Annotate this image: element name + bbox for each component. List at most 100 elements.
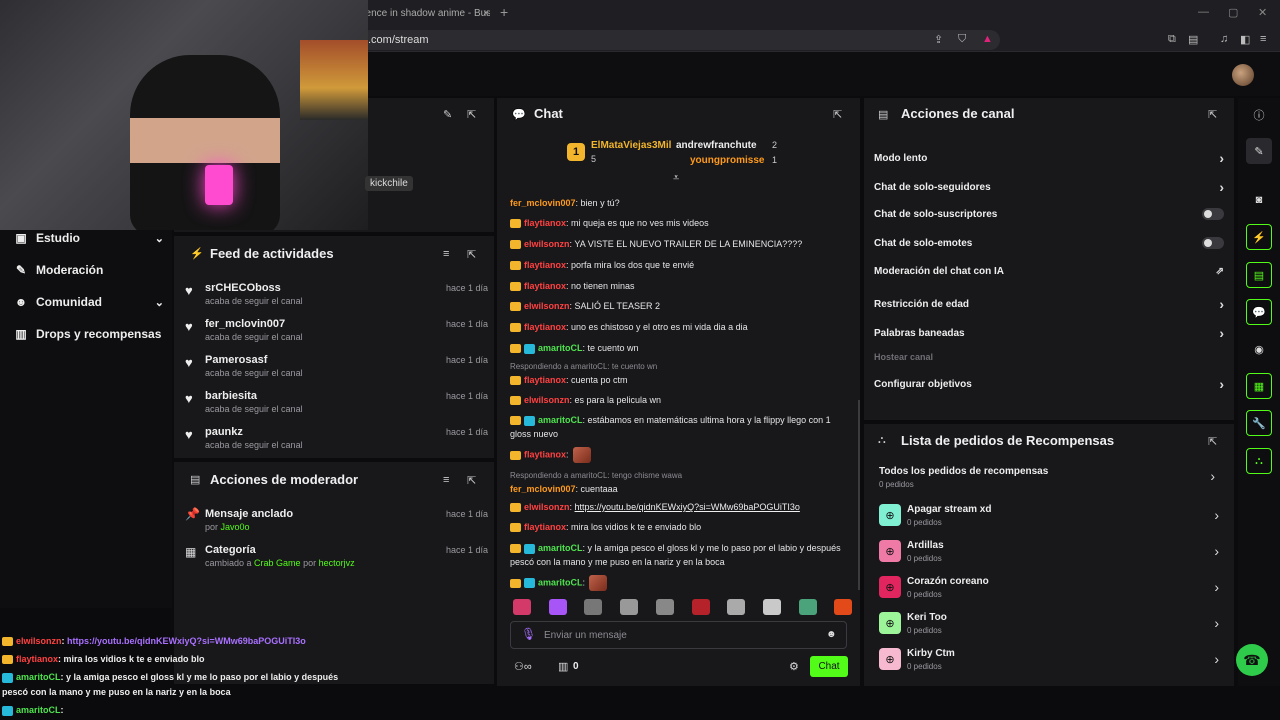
popout-icon[interactable]: ⇱ xyxy=(1208,435,1217,448)
popout-icon[interactable]: ⇱ xyxy=(467,474,476,487)
channel-action-row[interactable]: Chat de solo-suscriptores xyxy=(874,208,1224,220)
leaderboard-top-user[interactable]: ElMataViejas3Mil xyxy=(591,140,671,151)
chat-send-button[interactable]: Chat xyxy=(810,656,848,677)
close-window-icon[interactable]: ✕ xyxy=(1258,6,1267,19)
chat-username[interactable]: flaytianox xyxy=(524,522,566,532)
sidebar-item-drops[interactable]: ▥ Drops y recompensas xyxy=(14,323,164,345)
music-icon[interactable]: ♫ xyxy=(1220,33,1228,45)
feed-row-name[interactable]: fer_mclovin007 xyxy=(205,318,285,330)
channel-points-icon[interactable]: ⚇∞ xyxy=(514,660,532,673)
minimize-icon[interactable]: — xyxy=(1198,6,1209,18)
toggle-switch[interactable] xyxy=(1202,237,1224,249)
chat-username[interactable]: elwilsonzn xyxy=(524,301,570,311)
leaderboard-user[interactable]: youngpromisse xyxy=(690,155,764,166)
chat-link[interactable]: https://youtu.be/qidnKEWxiyQ?si=WMw69baP… xyxy=(575,502,800,512)
info-icon[interactable]: ⓘ xyxy=(1246,102,1272,128)
broadcast-icon[interactable]: ◉ xyxy=(1246,336,1272,362)
chat-username[interactable]: flaytianox xyxy=(524,281,566,291)
reward-row[interactable]: ⊕ Ardillas 0 pedidos › xyxy=(879,537,1219,565)
share-icon[interactable]: ⇪ xyxy=(934,33,943,46)
emote-picker-item[interactable] xyxy=(727,599,746,615)
chat-username[interactable]: flaytianox xyxy=(524,260,566,270)
chat-bubble-icon[interactable]: 💬 xyxy=(1246,299,1272,325)
feed-row-name[interactable]: srCHECOboss xyxy=(205,282,281,294)
maximize-icon[interactable]: ▢ xyxy=(1228,6,1238,19)
camera-icon[interactable]: ◙ xyxy=(1246,187,1272,213)
channel-action-row[interactable]: Modo lento › xyxy=(874,150,1224,166)
channel-action-row[interactable]: Moderación del chat con IA ⇗ xyxy=(874,266,1224,277)
emote-picker-item[interactable] xyxy=(762,599,781,615)
popout-icon[interactable]: ⇱ xyxy=(467,248,476,261)
chat-username[interactable]: flaytianox xyxy=(524,449,566,459)
reward-row[interactable]: ⊕ Keri Too 0 pedidos › xyxy=(879,609,1219,637)
sidebar-icon[interactable]: ◧ xyxy=(1240,33,1250,46)
feed-row-name[interactable]: barbiesita xyxy=(205,390,257,402)
emoji-icon[interactable]: ☻ xyxy=(826,629,837,640)
chat-username[interactable]: amaritoCL xyxy=(538,343,583,353)
reward-row[interactable]: ⊕ Kirby Ctm 0 pedidos › xyxy=(879,645,1219,673)
emote-picker-item[interactable] xyxy=(798,599,817,615)
document-icon[interactable]: ▤ xyxy=(1246,262,1272,288)
channel-action-row[interactable]: Chat de solo-seguidores › xyxy=(874,179,1224,195)
edit-icon[interactable]: ✎ xyxy=(443,108,452,121)
wrench-icon[interactable]: 🔧 xyxy=(1246,410,1272,436)
emote-picker-item[interactable] xyxy=(620,599,639,615)
bolt-icon[interactable]: ⚡ xyxy=(1246,224,1272,250)
feed-row-name[interactable]: Pamerosasf xyxy=(205,354,267,366)
chat-username[interactable]: amaritoCL xyxy=(538,543,583,553)
channel-action-row[interactable]: Palabras baneadas › xyxy=(874,325,1224,341)
chat-username[interactable]: fer_mclovin007 xyxy=(510,198,576,208)
chat-username[interactable]: amaritoCL xyxy=(538,577,583,587)
rewards-icon[interactable]: ▲ xyxy=(982,33,993,45)
extensions-icon[interactable]: ⧉ xyxy=(1168,33,1176,46)
popout-icon[interactable]: ⇱ xyxy=(467,108,476,121)
popout-icon[interactable]: ⇱ xyxy=(833,108,842,121)
chat-username[interactable]: elwilsonzn xyxy=(524,502,570,512)
browser-tab[interactable]: nence in shadow anime - Buscar xyxy=(360,4,490,24)
reward-row[interactable]: ⊕ Apagar stream xd 0 pedidos › xyxy=(879,501,1219,529)
emote-picker-item[interactable] xyxy=(584,599,603,615)
address-input[interactable]: .com/stream xyxy=(360,30,1000,50)
chat-username[interactable]: amaritoCL xyxy=(538,415,583,425)
pencil-icon[interactable]: ✎ xyxy=(1246,138,1272,164)
sidebar-item-estudio[interactable]: ▣ Estudio ⌄ xyxy=(14,227,164,249)
popout-icon[interactable]: ⇱ xyxy=(1208,108,1217,121)
filter-icon[interactable]: ≡ xyxy=(443,474,449,486)
chat-scrollbar[interactable] xyxy=(858,400,860,590)
expand-icon[interactable]: ⩡ xyxy=(673,172,679,185)
channel-action-row[interactable]: Restricción de edad › xyxy=(874,296,1224,312)
toggle-switch[interactable] xyxy=(1202,208,1224,220)
shield-icon[interactable]: ⛉ xyxy=(958,33,966,46)
feed-row-name[interactable]: paunkz xyxy=(205,426,243,438)
tab-close-icon[interactable]: × xyxy=(483,4,493,24)
emote-picker-item[interactable] xyxy=(691,599,710,615)
filter-icon[interactable]: ≡ xyxy=(443,248,449,260)
wallet-icon[interactable]: ▤ xyxy=(1188,33,1198,46)
chat-username[interactable]: flaytianox xyxy=(524,218,566,228)
gift-icon[interactable]: ▥ xyxy=(558,660,568,673)
chat-username[interactable]: fer_mclovin007 xyxy=(510,484,576,494)
channel-action-row[interactable]: Chat de solo-emotes xyxy=(874,237,1224,249)
emote-picker-item[interactable] xyxy=(655,599,674,615)
sidebar-item-moderacion[interactable]: ✎ Moderación xyxy=(14,259,164,281)
emote-picker-item[interactable] xyxy=(548,599,567,615)
menu-icon[interactable]: ≡ xyxy=(1260,33,1266,45)
emote-picker-item[interactable] xyxy=(513,599,531,615)
chat-username[interactable]: elwilsonzn xyxy=(524,239,570,249)
all-rewards-row[interactable]: Todos los pedidos de recompensas 0 pedid… xyxy=(879,466,1219,492)
chat-username[interactable]: elwilsonzn xyxy=(524,395,570,405)
new-tab-button[interactable]: + xyxy=(500,4,508,20)
reward-row[interactable]: ⊕ Corazón coreano 0 pedidos › xyxy=(879,573,1219,601)
settings-icon[interactable]: ⚙ xyxy=(789,660,799,673)
emote-picker-item[interactable] xyxy=(834,599,853,615)
channel-action-row[interactable]: Configurar objetivos › xyxy=(874,376,1224,392)
leaderboard-user[interactable]: andrewfranchute xyxy=(676,140,757,151)
dashboard-icon[interactable]: ▦ xyxy=(1246,373,1272,399)
chat-username[interactable]: flaytianox xyxy=(524,375,566,385)
avatar[interactable] xyxy=(1232,64,1254,86)
rewards-icon[interactable]: ⛬ xyxy=(1246,448,1272,474)
sidebar-item-comunidad[interactable]: ☻ Comunidad ⌄ xyxy=(14,291,164,313)
microphone-icon[interactable]: 🎙 xyxy=(521,627,536,641)
chat-username[interactable]: flaytianox xyxy=(524,322,566,332)
support-icon[interactable]: ☎ xyxy=(1236,644,1268,676)
